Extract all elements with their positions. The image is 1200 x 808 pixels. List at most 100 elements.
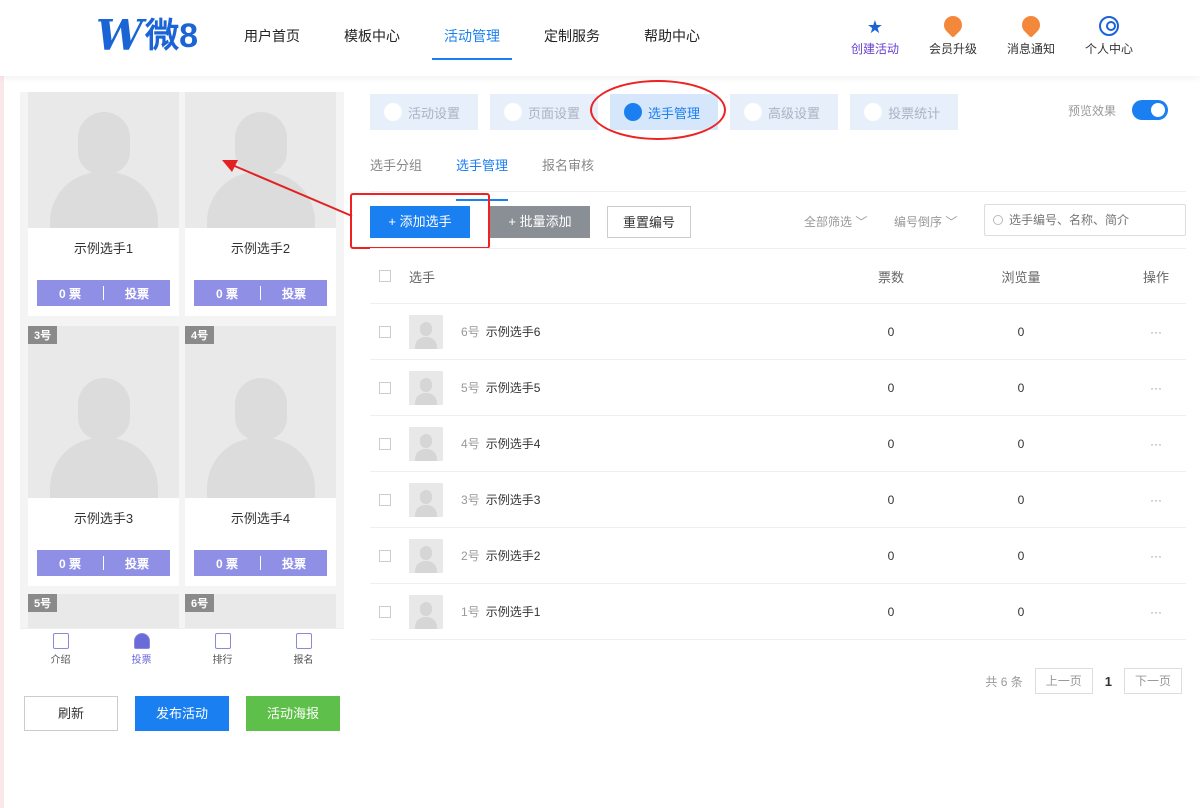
notifications-button[interactable]: 消息通知 — [992, 12, 1070, 57]
card-vote-button[interactable]: 投票 — [104, 285, 170, 302]
nav-activity-management[interactable]: 活动管理 — [422, 0, 522, 76]
step-activity-settings[interactable]: 活动设置 — [370, 94, 479, 130]
nav-custom-service[interactable]: 定制服务 — [522, 0, 622, 76]
row-checkbox[interactable] — [379, 437, 391, 450]
tab-rank[interactable]: 排行 — [182, 629, 263, 672]
nav-templates[interactable]: 模板中心 — [322, 0, 422, 76]
more-options-icon[interactable]: ··· — [1126, 605, 1186, 619]
tab-rank-label: 排行 — [212, 655, 233, 666]
step-vote-statistics[interactable]: 投票统计 — [850, 94, 959, 130]
sparkle-star-icon: ★ — [866, 17, 884, 37]
player-avatar — [409, 594, 443, 629]
pagination: 共 6 条 上一页 1 下一页 — [985, 668, 1182, 694]
profile-button[interactable]: 个人中心 — [1070, 16, 1148, 57]
create-activity-button[interactable]: ★ 创建活动 — [836, 16, 914, 57]
more-options-icon[interactable]: ··· — [1126, 437, 1186, 451]
logo[interactable]: W 微8 — [96, 14, 198, 58]
player-name: 示例选手1 — [485, 605, 541, 619]
more-options-icon[interactable]: ··· — [1126, 493, 1186, 507]
tab-player-management[interactable]: 选手管理 — [456, 150, 509, 201]
preview-tabbar: 介绍 投票 排行 报名 — [20, 628, 344, 672]
more-options-icon[interactable]: ··· — [1126, 381, 1186, 395]
total-count: 共 6 条 — [985, 674, 1023, 689]
tab-signup[interactable]: 报名 — [263, 629, 344, 672]
step-advanced-settings[interactable]: 高级设置 — [730, 94, 839, 130]
card-vote-bar[interactable]: 0 票 投票 — [37, 280, 170, 306]
filter-all-dropdown[interactable]: 全部筛选 ﹀ — [804, 206, 867, 238]
player-avatar — [409, 426, 443, 461]
more-options-icon[interactable]: ··· — [1126, 549, 1186, 563]
signup-icon — [295, 633, 312, 649]
card-vote-button[interactable]: 投票 — [104, 555, 170, 572]
preview-toggle[interactable] — [1132, 100, 1168, 120]
batch-add-button[interactable]: + 批量添加 — [490, 206, 590, 238]
table-row: 4号 示例选手4 0 0 ··· — [370, 416, 1186, 472]
table-row: 6号 示例选手6 0 0 ··· — [370, 304, 1186, 360]
reset-numbering-button[interactable]: 重置编号 — [607, 206, 691, 238]
player-avatar — [409, 482, 443, 517]
card-vote-count: 0 票 — [58, 556, 81, 571]
step-label: 选手管理 — [648, 105, 701, 121]
mobile-preview[interactable]: 示例选手1 0 票 投票 示例选手2 0 票 投票 3号 示例选手3 0 票 投… — [20, 92, 344, 672]
prev-page-button[interactable]: 上一页 — [1034, 668, 1093, 694]
row-checkbox[interactable] — [379, 325, 391, 338]
player-votes: 0 — [887, 380, 895, 395]
table-row: 2号 示例选手2 0 0 ··· — [370, 528, 1186, 584]
step-player-management[interactable]: 选手管理 — [610, 94, 719, 130]
activity-poster-button[interactable]: 活动海报 — [246, 696, 340, 731]
nav-help[interactable]: 帮助中心 — [622, 0, 722, 76]
card-vote-bar[interactable]: 0 票 投票 — [194, 550, 327, 576]
preview-toggle-group: 预览效果 — [1068, 100, 1168, 120]
card-vote-button[interactable]: 投票 — [261, 285, 327, 302]
search-input[interactable] — [1009, 213, 1179, 227]
nav-home[interactable]: 用户首页 — [222, 0, 322, 76]
player-name: 示例选手6 — [485, 325, 541, 339]
row-checkbox[interactable] — [379, 493, 391, 506]
placeholder-avatar-icon — [28, 326, 179, 498]
preview-card-3: 3号 示例选手3 0 票 投票 — [28, 326, 179, 586]
card-name: 示例选手3 — [73, 511, 134, 526]
placeholder-avatar-icon — [185, 92, 336, 228]
tab-intro-label: 介绍 — [50, 655, 71, 666]
tab-intro[interactable]: 介绍 — [20, 629, 101, 672]
member-upgrade-button[interactable]: 会员升级 — [914, 12, 992, 57]
step-page-settings[interactable]: 页面设置 — [490, 94, 599, 130]
card-vote-bar[interactable]: 0 票 投票 — [194, 280, 327, 306]
select-all-checkbox[interactable] — [379, 270, 391, 282]
tab-signup-review[interactable]: 报名审核 — [542, 150, 594, 191]
tab-player-groups[interactable]: 选手分组 — [370, 150, 422, 191]
tab-vote[interactable]: 投票 — [101, 629, 182, 672]
row-checkbox[interactable] — [379, 381, 391, 394]
player-number: 4号 — [461, 437, 480, 451]
player-name: 示例选手4 — [485, 437, 541, 451]
row-checkbox[interactable] — [379, 549, 391, 562]
card-vote-count: 0 票 — [58, 286, 81, 301]
more-options-icon[interactable]: ··· — [1126, 325, 1186, 339]
tab-signup-label: 报名 — [293, 655, 314, 666]
publish-activity-button[interactable]: 发布活动 — [135, 696, 229, 731]
search-box — [984, 204, 1186, 236]
page-edge-decoration — [0, 76, 4, 808]
card-vote-button[interactable]: 投票 — [261, 555, 327, 572]
table-row: 5号 示例选手5 0 0 ··· — [370, 360, 1186, 416]
player-number: 3号 — [461, 493, 480, 507]
row-checkbox[interactable] — [379, 605, 391, 618]
refresh-button[interactable]: 刷新 — [24, 696, 118, 731]
profile-label: 个人中心 — [1084, 42, 1133, 56]
search-icon — [993, 215, 1003, 225]
card-vote-bar[interactable]: 0 票 投票 — [37, 550, 170, 576]
bell-badge-icon — [992, 12, 1070, 38]
logo-text: 微8 — [145, 17, 199, 55]
main-nav: 用户首页 模板中心 活动管理 定制服务 帮助中心 — [222, 0, 722, 76]
user-circle-icon — [1070, 16, 1148, 38]
current-page[interactable]: 1 — [1105, 674, 1112, 689]
intro-icon — [52, 633, 69, 649]
sort-order-dropdown[interactable]: 编号倒序 ﹀ — [894, 206, 957, 238]
top-header: W 微8 用户首页 模板中心 活动管理 定制服务 帮助中心 ★ 创建活动 会员升… — [0, 0, 1200, 76]
add-player-button[interactable]: + 添加选手 — [370, 206, 470, 238]
preview-actions: 刷新 发布活动 活动海报 — [24, 696, 340, 731]
player-views: 0 — [1017, 324, 1025, 339]
next-page-button[interactable]: 下一页 — [1123, 668, 1182, 694]
logo-letter: W — [96, 11, 144, 60]
card-name: 示例选手4 — [230, 511, 291, 526]
